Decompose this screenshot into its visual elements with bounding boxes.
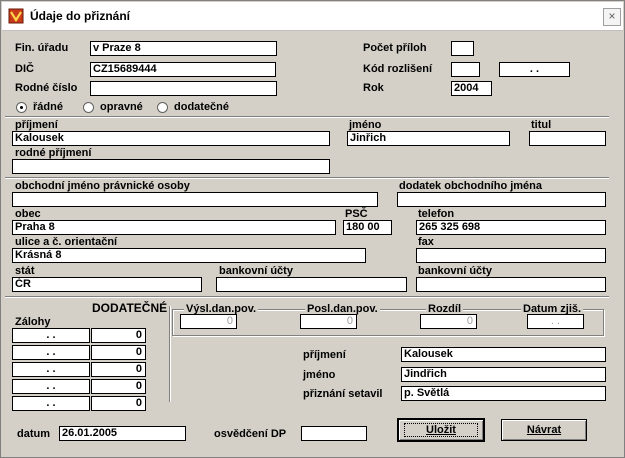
osvedceni-field[interactable] bbox=[301, 426, 367, 441]
posl-field: 0 bbox=[300, 314, 357, 329]
psc-field[interactable]: 180 00 bbox=[343, 220, 392, 235]
window-title: Údaje do přiznání bbox=[30, 9, 131, 23]
dic-label: DIČ bbox=[15, 63, 34, 75]
setavil-prijmeni-label: příjmení bbox=[303, 349, 346, 361]
dodatecne-title: DODATEČNÉ bbox=[92, 301, 168, 315]
separator-1 bbox=[5, 116, 609, 118]
radio-radne[interactable] bbox=[16, 102, 27, 113]
datum-label: datum bbox=[17, 428, 50, 440]
pocet-priloh-label: Počet příloh bbox=[363, 42, 427, 54]
kod-rozliseni-field[interactable] bbox=[451, 62, 480, 77]
zaloha-amount-4[interactable]: 0 bbox=[91, 379, 146, 394]
radio-opravne-label: opravné bbox=[100, 101, 143, 113]
fax-label: fax bbox=[418, 236, 434, 248]
setavil-prijmeni-field[interactable]: Kalousek bbox=[401, 347, 606, 362]
zaloha-amount-3[interactable]: 0 bbox=[91, 362, 146, 377]
zaloha-date-3[interactable]: . . bbox=[12, 362, 90, 377]
titul-field[interactable] bbox=[529, 131, 606, 146]
bank1-label: bankovní účty bbox=[219, 265, 293, 277]
obec-field[interactable]: Praha 8 bbox=[12, 220, 336, 235]
prijmeni-field[interactable]: Kalousek bbox=[12, 131, 330, 146]
zaloha-date-5[interactable]: . . bbox=[12, 396, 90, 411]
setavil-jmeno-field[interactable]: Jindřich bbox=[401, 367, 606, 382]
rok-label: Rok bbox=[363, 82, 384, 94]
pocet-priloh-field[interactable] bbox=[451, 41, 474, 56]
dodatecne-divider bbox=[169, 306, 171, 402]
focus-rect bbox=[404, 423, 478, 437]
separator-3 bbox=[5, 296, 609, 298]
telefon-field[interactable]: 265 325 698 bbox=[416, 220, 606, 235]
stat-field[interactable]: ČR bbox=[12, 277, 202, 292]
zaloha-date-2[interactable]: . . bbox=[12, 345, 90, 360]
close-button[interactable]: × bbox=[603, 8, 621, 26]
kod-rozliseni-label: Kód rozlišení bbox=[363, 63, 433, 75]
fin-uradu-field[interactable]: v Praze 8 bbox=[90, 41, 277, 56]
zalohy-label: Zálohy bbox=[15, 316, 51, 328]
radio-dodatecne[interactable] bbox=[157, 102, 168, 113]
dodatek-label: dodatek obchodního jména bbox=[399, 180, 543, 192]
rodne-prijmeni-field[interactable] bbox=[12, 159, 330, 174]
ulozit-button[interactable]: Uložit bbox=[397, 418, 485, 442]
radio-radne-label: řádné bbox=[33, 101, 63, 113]
zaloha-date-4[interactable]: . . bbox=[12, 379, 90, 394]
close-icon: × bbox=[608, 9, 616, 23]
zaloha-amount-5[interactable]: 0 bbox=[91, 396, 146, 411]
navrat-label: Návrat bbox=[526, 424, 562, 436]
navrat-button[interactable]: Návrat bbox=[501, 419, 587, 441]
kod-rozliseni-date-field[interactable]: . . bbox=[499, 62, 570, 77]
rodne-cislo-field[interactable] bbox=[90, 81, 277, 96]
rok-field[interactable]: 2004 bbox=[451, 81, 492, 96]
rozdil-field: 0 bbox=[420, 314, 477, 329]
zaloha-amount-1[interactable]: 0 bbox=[91, 328, 146, 343]
psc-label: PSČ bbox=[345, 208, 368, 220]
prijmeni-label: příjmení bbox=[15, 119, 58, 131]
dodatek-field[interactable] bbox=[397, 192, 606, 207]
rodne-cislo-label: Rodné číslo bbox=[15, 82, 78, 94]
zaloha-amount-2[interactable]: 0 bbox=[91, 345, 146, 360]
zaloha-date-1[interactable]: . . bbox=[12, 328, 90, 343]
stat-label: stát bbox=[15, 265, 35, 277]
priznani-setavil-label: přiznání setavil bbox=[303, 388, 383, 400]
obchodni-jmeno-label: obchodní jméno právnické osoby bbox=[15, 180, 190, 192]
rodne-prijmeni-label: rodné příjmení bbox=[15, 147, 92, 159]
setavil-jmeno-label: jméno bbox=[303, 369, 336, 381]
fin-uradu-label: Fin. úřadu bbox=[15, 42, 69, 54]
bank1-field[interactable] bbox=[216, 277, 407, 292]
datum-zjist-field: . . bbox=[527, 314, 584, 329]
app-icon bbox=[8, 8, 24, 24]
dic-field[interactable]: CZ15689444 bbox=[90, 62, 276, 77]
radio-opravne[interactable] bbox=[83, 102, 94, 113]
bank2-label: bankovní účty bbox=[418, 265, 492, 277]
ulice-label: ulice a č. orientační bbox=[15, 236, 118, 248]
ulice-field[interactable]: Krásná 8 bbox=[12, 248, 366, 263]
bank2-field[interactable] bbox=[416, 277, 606, 292]
title-bar[interactable]: Údaje do přiznání × bbox=[2, 2, 623, 31]
jmeno-field[interactable]: Jinřich bbox=[347, 131, 510, 146]
fax-field[interactable] bbox=[416, 248, 606, 263]
vysl-field: 0 bbox=[180, 314, 237, 329]
separator-2 bbox=[5, 177, 609, 179]
datum-field[interactable]: 26.01.2005 bbox=[59, 426, 186, 441]
telefon-label: telefon bbox=[418, 208, 455, 220]
jmeno-label: jméno bbox=[349, 119, 382, 131]
obchodni-jmeno-field[interactable] bbox=[12, 192, 378, 207]
titul-label: titul bbox=[531, 119, 552, 131]
osvedceni-label: osvědčení DP bbox=[214, 428, 287, 440]
priznani-setavil-field[interactable]: p. Světlá bbox=[401, 386, 606, 401]
obec-label: obec bbox=[15, 208, 41, 220]
radio-dodatecne-label: dodatečné bbox=[174, 101, 230, 113]
